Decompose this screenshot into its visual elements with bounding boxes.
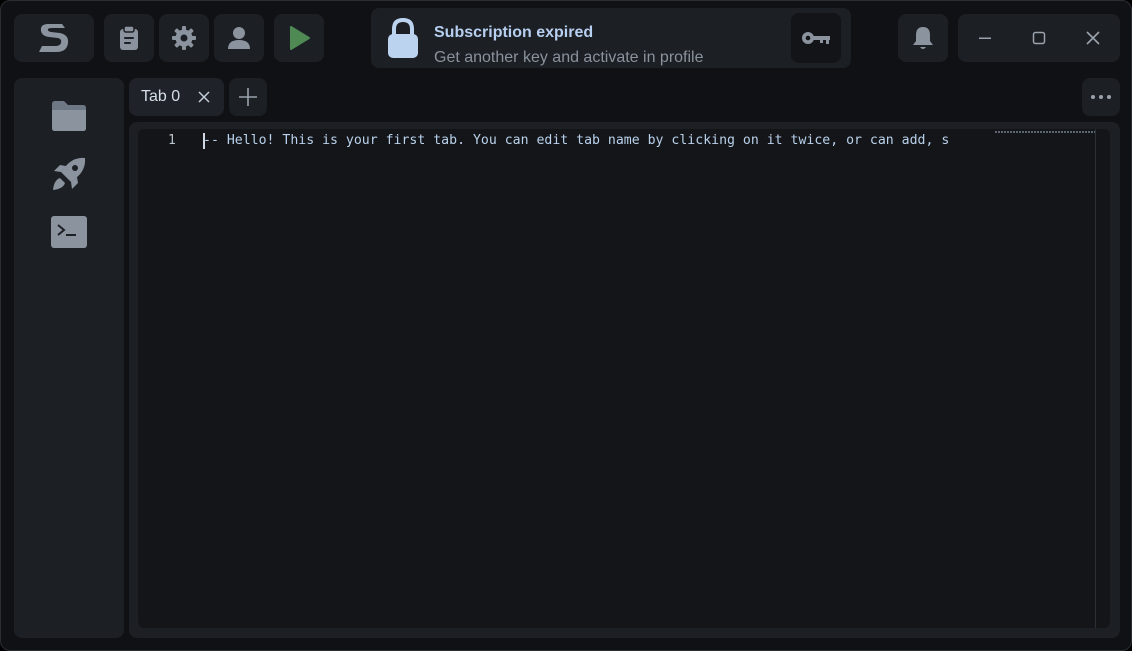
vertical-scrollbar[interactable] <box>1095 129 1096 628</box>
user-icon <box>228 27 250 49</box>
close-window-button[interactable] <box>1066 14 1120 62</box>
notifications-button[interactable] <box>898 14 948 62</box>
minimize-icon <box>979 37 991 39</box>
minimap[interactable] <box>995 131 1095 133</box>
window-controls <box>958 14 1120 62</box>
run-button[interactable] <box>274 14 324 62</box>
app-window: Subscription expired Get another key and… <box>0 0 1132 651</box>
maximize-icon <box>1032 31 1046 45</box>
settings-button[interactable] <box>159 14 209 62</box>
more-options-button[interactable] <box>1082 78 1120 116</box>
tab-label[interactable]: Tab 0 <box>141 88 180 106</box>
key-icon <box>802 32 830 44</box>
plus-icon <box>239 88 257 106</box>
tab-0[interactable]: Tab 0 <box>129 78 224 116</box>
lock-icon <box>388 17 418 58</box>
close-icon <box>1086 31 1100 45</box>
play-icon <box>290 26 310 50</box>
close-icon <box>198 91 210 103</box>
gear-icon <box>172 26 196 50</box>
more-icon <box>1091 95 1111 99</box>
text-cursor <box>203 133 205 149</box>
subscription-banner: Subscription expired Get another key and… <box>371 8 851 68</box>
folder-icon <box>52 101 86 131</box>
profile-button[interactable] <box>214 14 264 62</box>
banner-subtitle: Get another key and activate in profile <box>434 49 704 66</box>
clipboard-button[interactable] <box>104 14 154 62</box>
logo-button[interactable] <box>14 14 94 62</box>
add-tab-button[interactable] <box>229 78 267 116</box>
clipboard-icon <box>120 25 138 50</box>
sidebar <box>14 78 124 638</box>
maximize-button[interactable] <box>1012 14 1066 62</box>
code-editor[interactable]: 1 -- Hello! This is your first tab. You … <box>138 129 1110 628</box>
sidebar-item-console[interactable] <box>45 210 93 254</box>
sidebar-item-files[interactable] <box>45 94 93 138</box>
rocket-icon <box>53 157 86 190</box>
code-line[interactable]: -- Hello! This is your first tab. You ca… <box>203 133 987 151</box>
terminal-icon <box>51 216 87 248</box>
bell-icon <box>913 27 933 49</box>
tab-close-button[interactable] <box>195 88 213 106</box>
sidebar-item-launch[interactable] <box>45 152 93 196</box>
logo-icon <box>39 24 69 52</box>
line-number: 1 <box>168 133 176 148</box>
activate-key-button[interactable] <box>791 13 841 63</box>
banner-title: Subscription expired <box>434 24 594 41</box>
minimize-button[interactable] <box>958 14 1012 62</box>
